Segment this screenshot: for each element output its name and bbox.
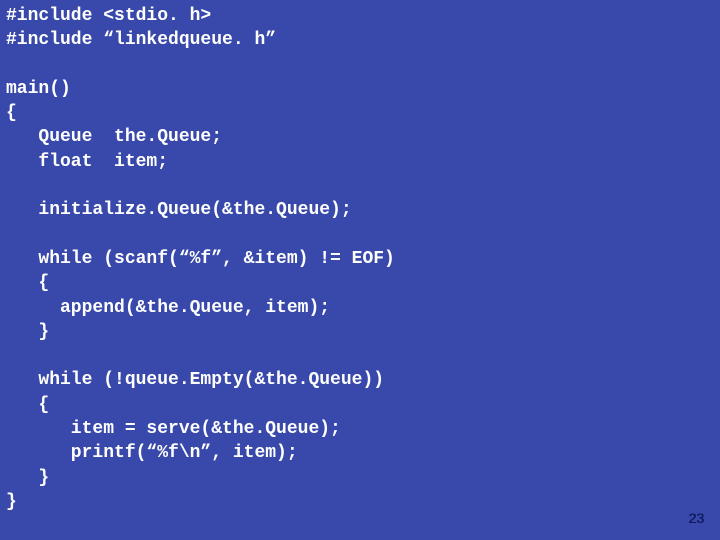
code-block: #include <stdio. h> #include “linkedqueu… <box>0 0 720 514</box>
slide-number: 23 <box>688 510 704 526</box>
